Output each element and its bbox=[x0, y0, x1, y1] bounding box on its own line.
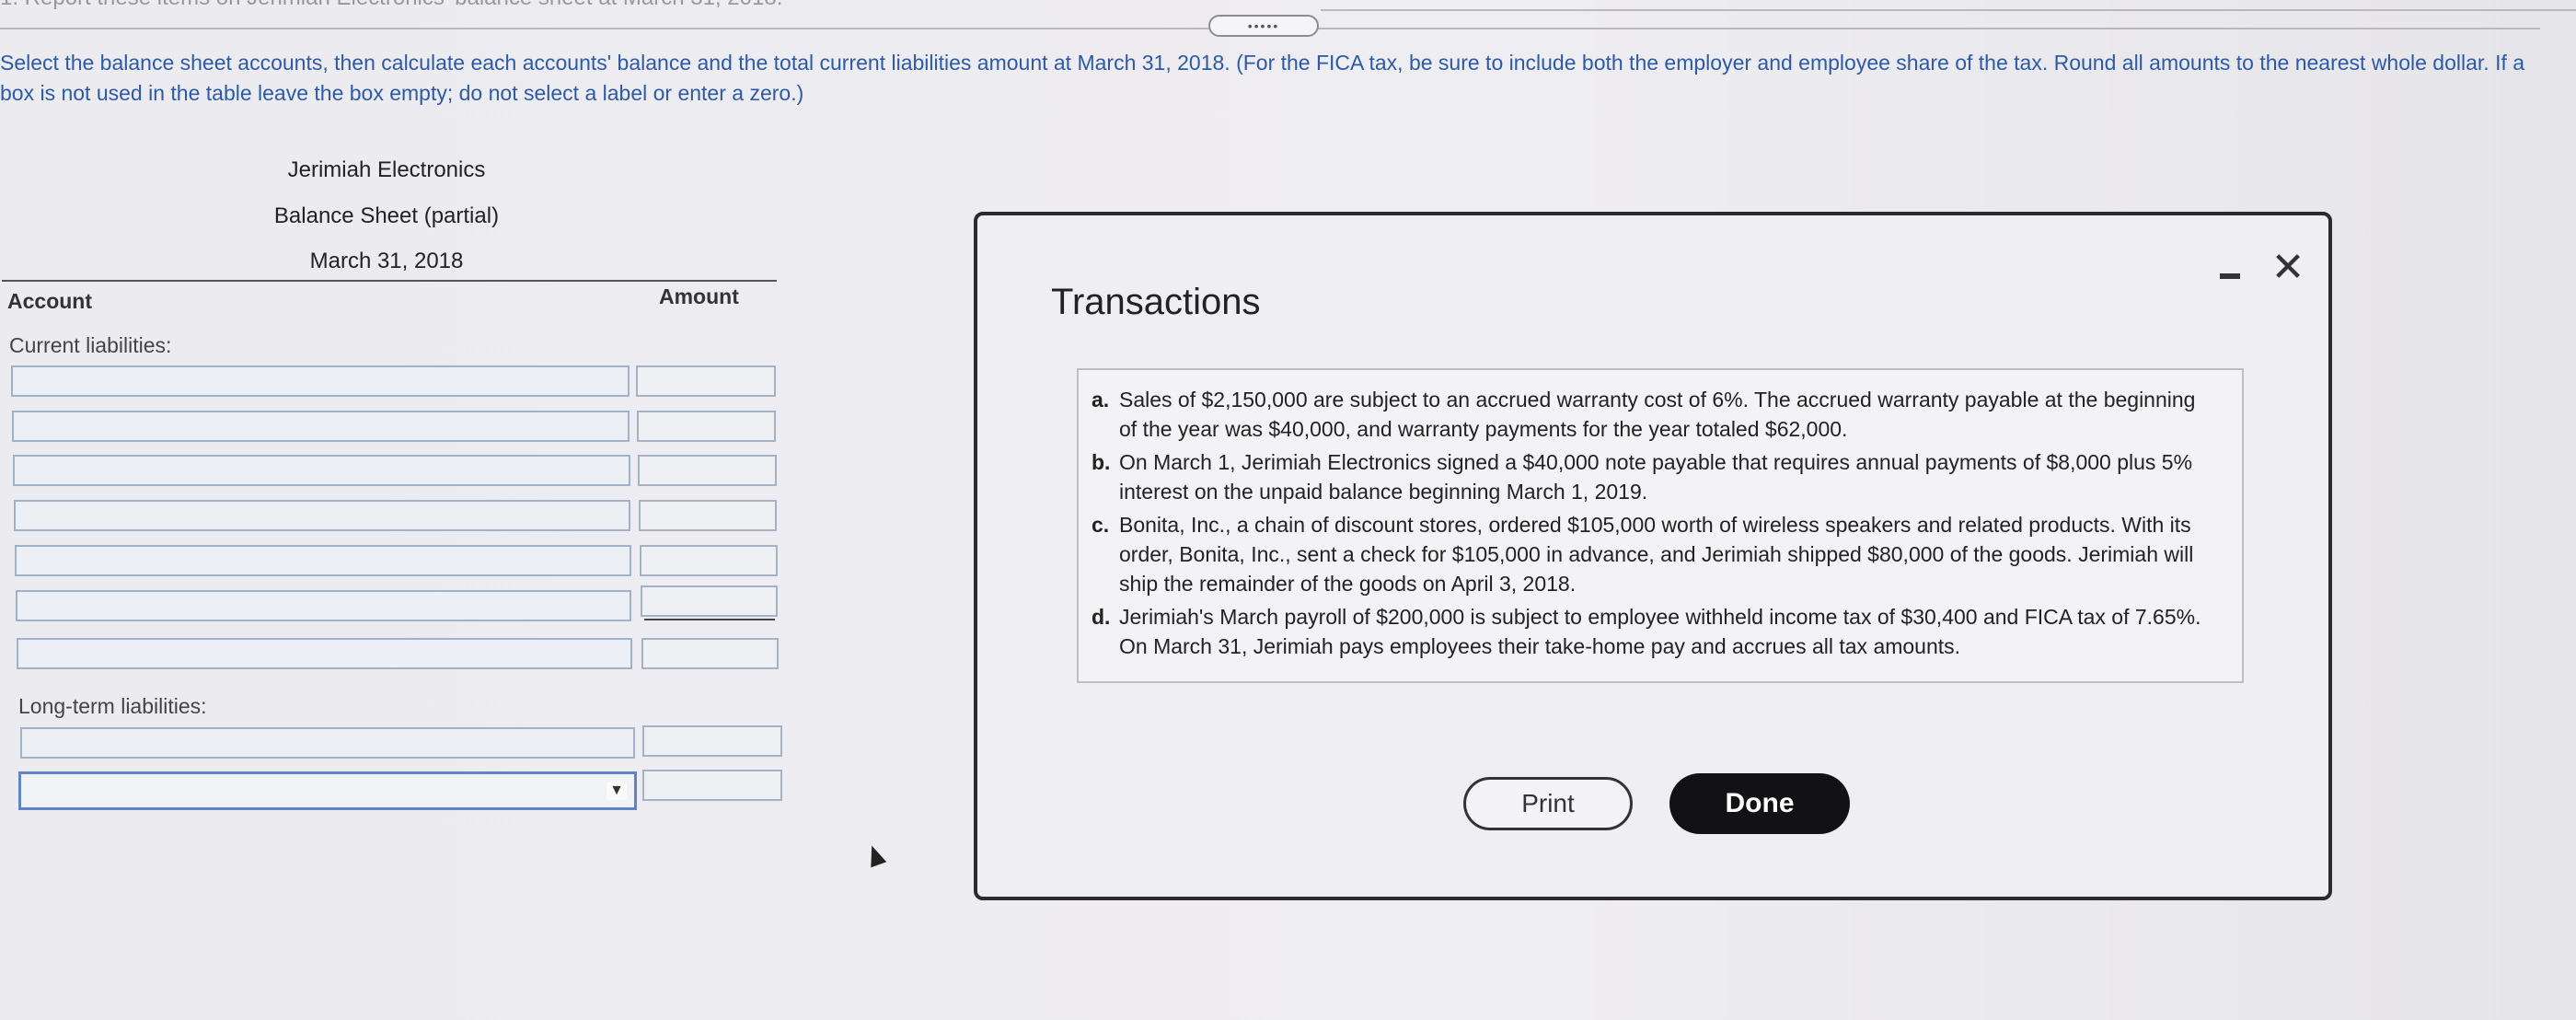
transaction-item: a. Sales of $2,150,000 are subject to an… bbox=[1092, 385, 2214, 444]
current-amount-input-5[interactable] bbox=[640, 545, 778, 576]
divider-line-right bbox=[1321, 9, 2576, 11]
transaction-text: Sales of $2,150,000 are subject to an ac… bbox=[1119, 388, 2196, 441]
mouse-pointer-icon bbox=[863, 842, 887, 868]
transaction-letter: c. bbox=[1092, 513, 1110, 537]
minimize-icon[interactable] bbox=[2218, 265, 2242, 287]
transaction-letter: a. bbox=[1092, 388, 1110, 411]
current-amount-input-1[interactable] bbox=[636, 365, 776, 397]
transaction-letter: b. bbox=[1092, 450, 1111, 474]
current-account-select-5[interactable] bbox=[15, 545, 631, 576]
transactions-dialog: Transactions ✕ a. Sales of $2,150,000 ar… bbox=[974, 212, 2332, 900]
company-name: Jerimiah Electronics bbox=[287, 157, 486, 182]
print-button[interactable]: Print bbox=[1463, 777, 1633, 830]
longterm-account-select-2[interactable]: ▼ bbox=[18, 771, 637, 810]
collapse-handle[interactable]: ••••• bbox=[1208, 15, 1319, 37]
transactions-list: a. Sales of $2,150,000 are subject to an… bbox=[1077, 368, 2244, 683]
transaction-item: d. Jerimiah's March payroll of $200,000 … bbox=[1092, 602, 2214, 661]
current-amount-input-3[interactable] bbox=[638, 455, 777, 486]
transaction-letter: d. bbox=[1092, 605, 1111, 629]
account-column-header: Account bbox=[7, 289, 92, 313]
transaction-text: Jerimiah's March payroll of $200,000 is … bbox=[1119, 605, 2201, 658]
done-button[interactable]: Done bbox=[1669, 773, 1850, 834]
longterm-amount-input-2[interactable] bbox=[642, 770, 782, 801]
screen: 1. Report these items on Jerimiah Electr… bbox=[0, 0, 2576, 1020]
transaction-text: Bonita, Inc., a chain of discount stores… bbox=[1119, 513, 2194, 596]
longterm-account-select-1[interactable] bbox=[20, 727, 635, 759]
current-account-select-2[interactable] bbox=[12, 411, 630, 442]
dialog-title: Transactions bbox=[1051, 282, 1261, 322]
current-amount-input-4[interactable] bbox=[639, 500, 777, 531]
current-account-select-6[interactable] bbox=[16, 590, 631, 621]
long-term-liabilities-label: Long-term liabilities: bbox=[18, 694, 207, 718]
statement-date: March 31, 2018 bbox=[309, 249, 464, 273]
longterm-amount-input-1[interactable] bbox=[642, 725, 782, 757]
subtotal-rule bbox=[644, 619, 775, 620]
current-amount-input-6[interactable] bbox=[641, 585, 778, 617]
transaction-item: b. On March 1, Jerimiah Electronics sign… bbox=[1092, 447, 2214, 506]
header-rule bbox=[2, 280, 777, 282]
current-account-select-7[interactable] bbox=[17, 638, 632, 669]
amount-column-header: Amount bbox=[659, 284, 739, 308]
current-account-select-4[interactable] bbox=[14, 500, 630, 531]
current-account-select-1[interactable] bbox=[11, 365, 630, 397]
transaction-item: c. Bonita, Inc., a chain of discount sto… bbox=[1092, 510, 2214, 598]
cut-off-heading: 1. Report these items on Jerimiah Electr… bbox=[0, 0, 782, 11]
current-amount-input-2[interactable] bbox=[637, 411, 776, 442]
close-icon[interactable]: ✕ bbox=[2270, 247, 2306, 289]
statement-title: Balance Sheet (partial) bbox=[273, 203, 500, 228]
total-current-liabilities-input[interactable] bbox=[641, 638, 779, 669]
transaction-text: On March 1, Jerimiah Electronics signed … bbox=[1119, 450, 2193, 504]
dropdown-arrow-icon[interactable]: ▼ bbox=[606, 782, 627, 800]
instructions-text: Select the balance sheet accounts, then … bbox=[0, 51, 2525, 105]
current-liabilities-label: Current liabilities: bbox=[9, 333, 172, 357]
current-account-select-3[interactable] bbox=[13, 455, 630, 486]
